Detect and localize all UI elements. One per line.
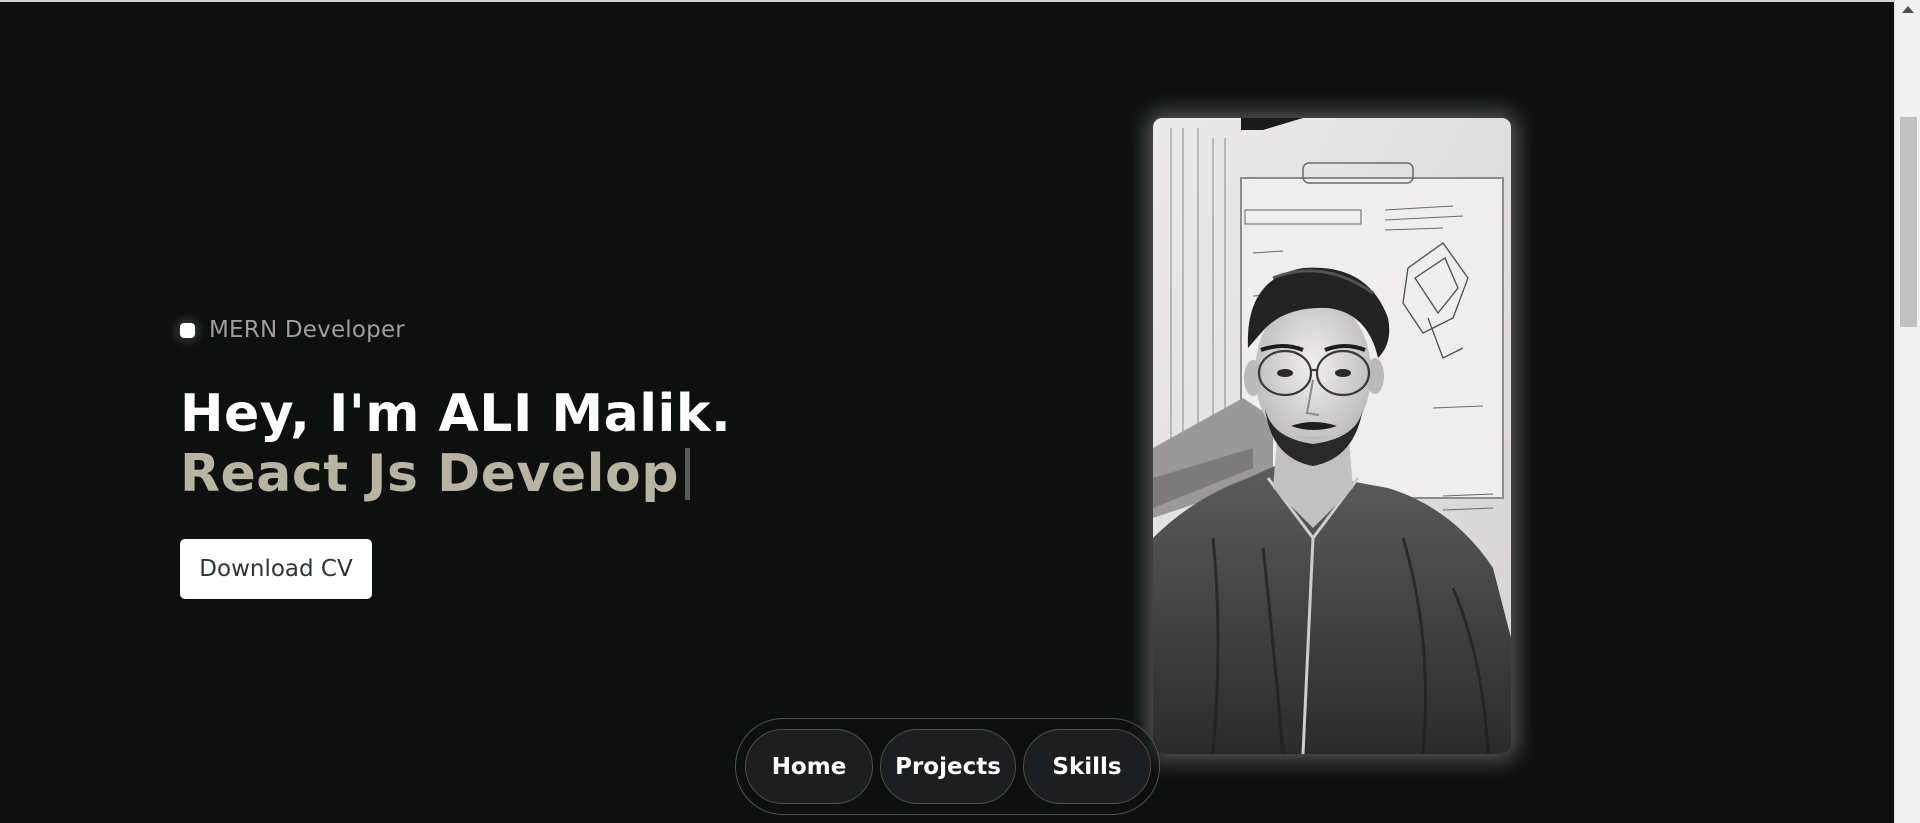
vertical-scrollbar[interactable]: [1894, 0, 1920, 823]
nav-item-skills[interactable]: Skills: [1023, 729, 1151, 804]
portrait-image: [1153, 118, 1511, 754]
scrollbar-thumb[interactable]: [1900, 117, 1917, 327]
typed-role-text: React Js Develop: [180, 444, 679, 504]
role-label: MERN Developer: [209, 317, 405, 343]
typed-role: React Js Develop: [180, 444, 690, 504]
arrow-up-icon[interactable]: [1902, 6, 1914, 13]
hero-page: MERN Developer Hey, I'm ALI Malik. React…: [0, 2, 1894, 823]
nav-item-projects[interactable]: Projects: [880, 729, 1016, 804]
status-dot-icon: [180, 322, 195, 338]
nav-item-home[interactable]: Home: [745, 729, 873, 804]
role-tag: MERN Developer: [180, 317, 405, 343]
download-cv-button[interactable]: Download CV: [180, 539, 372, 599]
hero-headline: Hey, I'm ALI Malik.: [180, 384, 732, 444]
typing-cursor: [684, 448, 690, 500]
